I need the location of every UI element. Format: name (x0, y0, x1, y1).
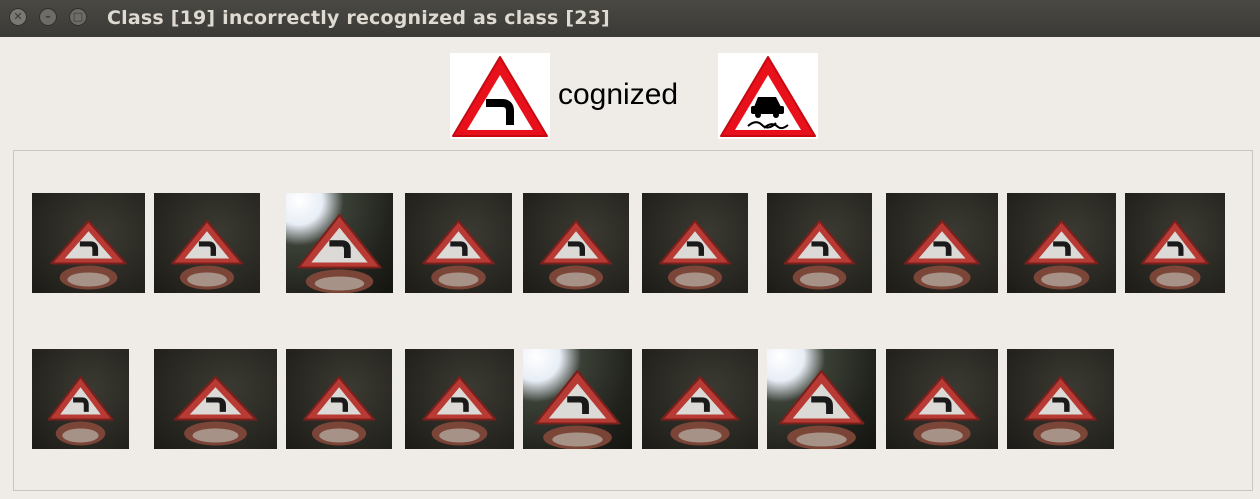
dangerous-curve-left-sign-icon (659, 220, 731, 290)
sample-photo-4 (405, 193, 512, 293)
dangerous-curve-left-sign-icon (903, 376, 981, 446)
window-title: Class [19] incorrectly recognized as cla… (107, 7, 610, 29)
dangerous-curve-left-sign-icon (422, 220, 495, 290)
sample-photo-1 (32, 193, 145, 293)
sample-photo-12 (154, 349, 277, 449)
dangerous-curve-left-sign-icon (903, 220, 981, 290)
sample-photo-7 (767, 193, 872, 293)
true-class-sign-icon (450, 53, 550, 139)
dangerous-curve-left-sign-icon (660, 376, 740, 446)
dangerous-curve-left-sign-icon (534, 370, 621, 449)
title-bar: ✕ – □ Class [19] incorrectly recognized … (0, 0, 1260, 37)
sample-photo-15 (523, 349, 632, 449)
sample-photo-9 (1007, 193, 1116, 293)
dangerous-curve-left-sign-icon (778, 370, 865, 449)
sample-photo-2 (154, 193, 260, 293)
predicted-class-sign-icon (718, 53, 818, 139)
minimize-window-button[interactable]: – (39, 8, 57, 26)
dangerous-curve-left-sign-icon (540, 220, 612, 290)
dangerous-curve-left-sign-icon (1024, 376, 1097, 446)
close-window-button[interactable]: ✕ (9, 8, 27, 26)
sample-photo-19 (1007, 349, 1114, 449)
dangerous-curve-left-sign-icon (783, 220, 856, 290)
dangerous-curve-left-sign-icon (1024, 220, 1099, 290)
sample-photo-14 (405, 349, 514, 449)
sample-photo-6 (642, 193, 748, 293)
dangerous-curve-left-sign-icon (173, 376, 258, 446)
dangerous-curve-left-sign-icon (171, 220, 243, 290)
dangerous-curve-left-sign-icon (1141, 220, 1209, 290)
header-label: cognized (558, 78, 679, 111)
maximize-window-button[interactable]: □ (69, 8, 87, 26)
sample-photo-11 (32, 349, 129, 449)
sample-photo-3 (286, 193, 393, 293)
dangerous-curve-left-sign-icon (303, 376, 375, 446)
dangerous-curve-left-sign-icon (50, 220, 127, 290)
dangerous-curve-left-sign-icon (297, 214, 382, 293)
sample-photo-17 (767, 349, 876, 449)
sample-photo-5 (523, 193, 629, 293)
sample-photo-13 (286, 349, 392, 449)
sample-photo-8 (886, 193, 998, 293)
dangerous-curve-left-sign-icon (47, 376, 114, 446)
dangerous-curve-left-sign-icon (422, 376, 497, 446)
sample-photo-10 (1125, 193, 1225, 293)
sample-photo-16 (642, 349, 758, 449)
sample-photo-18 (886, 349, 998, 449)
